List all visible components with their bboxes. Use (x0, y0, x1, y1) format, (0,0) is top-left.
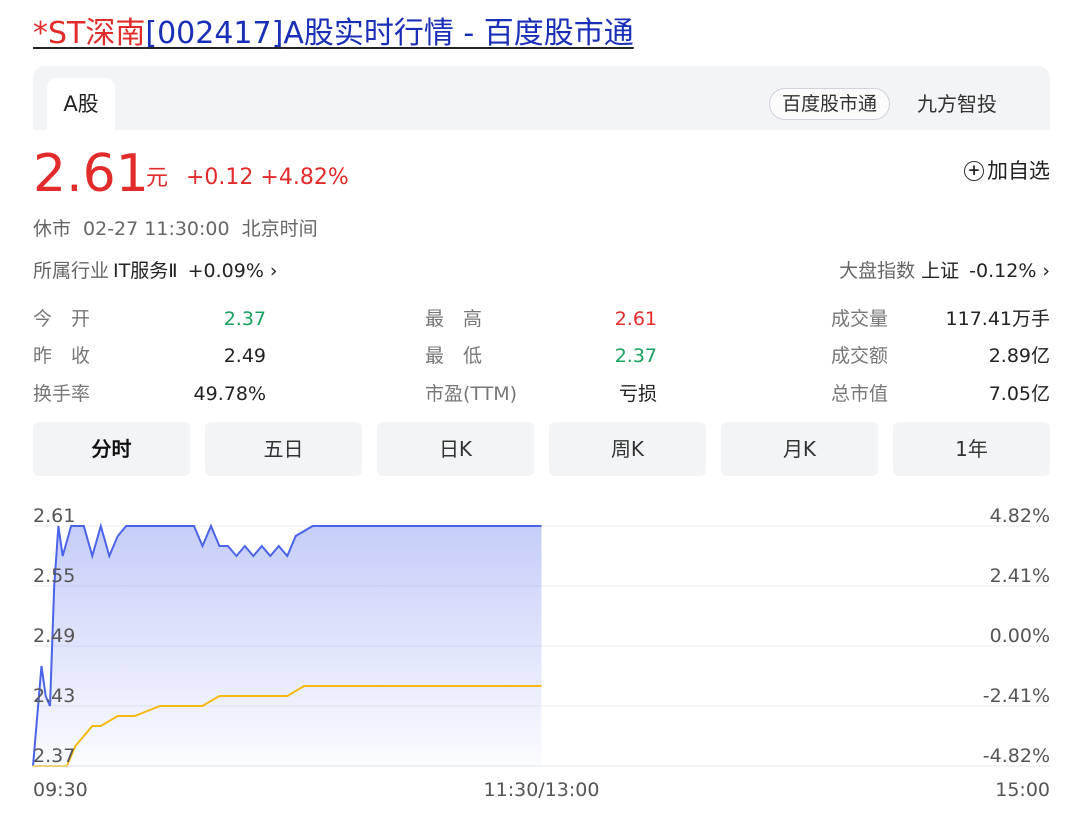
market-state: 休市 (33, 218, 72, 240)
market-index-name: 上证 (921, 260, 960, 282)
industry-link[interactable]: 所属行业 IT服务Ⅱ +0.09% › (33, 256, 278, 286)
change-amount: +0.12 (186, 165, 254, 190)
chevron-right-icon: › (1042, 260, 1050, 282)
amount-label: 成交额 (830, 345, 888, 367)
tab-weekly-k[interactable]: 周K (549, 422, 706, 476)
y-tick-label: 2.43 (33, 685, 76, 707)
y-tick-label: 2.61 (33, 505, 76, 527)
high-value: 2.61 (614, 308, 657, 330)
source-badge-baidu[interactable]: 百度股市通 (769, 88, 891, 120)
pe-label: 市盈(TTM) (425, 383, 518, 405)
add-watchlist-button[interactable]: + 加自选 (964, 156, 1050, 186)
price-unit: 元 (146, 166, 169, 191)
x-tick-label: 11:30/13:00 (483, 779, 600, 801)
turnover-value: 49.78% (193, 383, 266, 405)
turnover-label: 换手率 (33, 383, 91, 405)
tab-five-day[interactable]: 五日 (205, 422, 362, 476)
industry-name: IT服务Ⅱ (113, 260, 178, 282)
period-tabs: 分时 五日 日K 周K 月K 1年 (33, 422, 1050, 476)
stock-name-link[interactable]: *ST深南 (33, 16, 145, 51)
tab-a-share[interactable]: A股 (47, 78, 115, 130)
pe-value: 亏损 (618, 383, 657, 405)
amount-value: 2.89亿 (988, 345, 1050, 367)
market-cap-value: 7.05亿 (988, 383, 1050, 405)
open-value: 2.37 (223, 308, 266, 330)
y-tick-label: 2.37 (33, 745, 76, 767)
tab-daily-k[interactable]: 日K (377, 422, 534, 476)
tab-monthly-k[interactable]: 月K (721, 422, 878, 476)
y-tick-label-percent: -4.82% (982, 745, 1050, 767)
plus-circle-icon: + (964, 161, 984, 181)
trading-status: 休市 02-27 11:30:00 北京时间 (33, 214, 330, 244)
y-tick-label-percent: 2.41% (989, 565, 1050, 587)
y-tick-label: 2.49 (33, 625, 76, 647)
high-label: 最 高 (425, 308, 483, 330)
page-title[interactable]: *ST深南[002417]A股实时行情 - 百度股市通 (33, 14, 634, 54)
industry-label: 所属行业 (33, 260, 110, 282)
tab-intraday[interactable]: 分时 (33, 422, 190, 476)
y-tick-label-percent: 4.82% (989, 505, 1050, 527)
industry-change: +0.09% (187, 260, 264, 282)
low-label: 最 低 (425, 345, 483, 367)
tab-one-year[interactable]: 1年 (893, 422, 1050, 476)
y-tick-label-percent: 0.00% (989, 625, 1050, 647)
add-watchlist-label: 加自选 (987, 159, 1050, 183)
price-area (33, 526, 542, 766)
market-index-change: -0.12% (969, 260, 1037, 282)
prev-close-value: 2.49 (223, 345, 266, 367)
open-label: 今 开 (33, 308, 91, 330)
status-datetime: 02-27 11:30:00 (83, 218, 230, 240)
price-change: +0.12 +4.82% (186, 163, 349, 193)
change-percent: +4.82% (260, 165, 349, 190)
market-index-label: 大盘指数 (839, 260, 916, 282)
prev-close-label: 昨 收 (33, 345, 91, 367)
stock-code-link[interactable]: [002417]A股实时行情 - 百度股市通 (145, 16, 633, 51)
low-value: 2.37 (614, 345, 657, 367)
chevron-right-icon: › (269, 260, 278, 282)
status-timezone: 北京时间 (241, 218, 318, 240)
intraday-chart[interactable]: 2.61 2.55 2.49 2.43 2.37 4.82% 2.41% 0.00% -2.4… (0, 486, 1080, 817)
volume-label: 成交量 (830, 308, 888, 330)
market-cap-label: 总市值 (830, 383, 888, 405)
current-price: 2.61 (33, 144, 149, 204)
x-tick-label: 15:00 (995, 779, 1050, 801)
x-tick-label: 09:30 (33, 779, 88, 801)
y-tick-label: 2.55 (33, 565, 76, 587)
market-index-link[interactable]: 大盘指数 上证 -0.12% › (839, 256, 1050, 286)
intraday-chart-svg (32, 522, 1050, 767)
y-tick-label-percent: -2.41% (982, 685, 1050, 707)
volume-value: 117.41万手 (945, 308, 1050, 330)
source-link-jiufang[interactable]: 九方智投 (917, 88, 997, 120)
source-tabbar: A股 百度股市通 九方智投 (33, 66, 1050, 130)
